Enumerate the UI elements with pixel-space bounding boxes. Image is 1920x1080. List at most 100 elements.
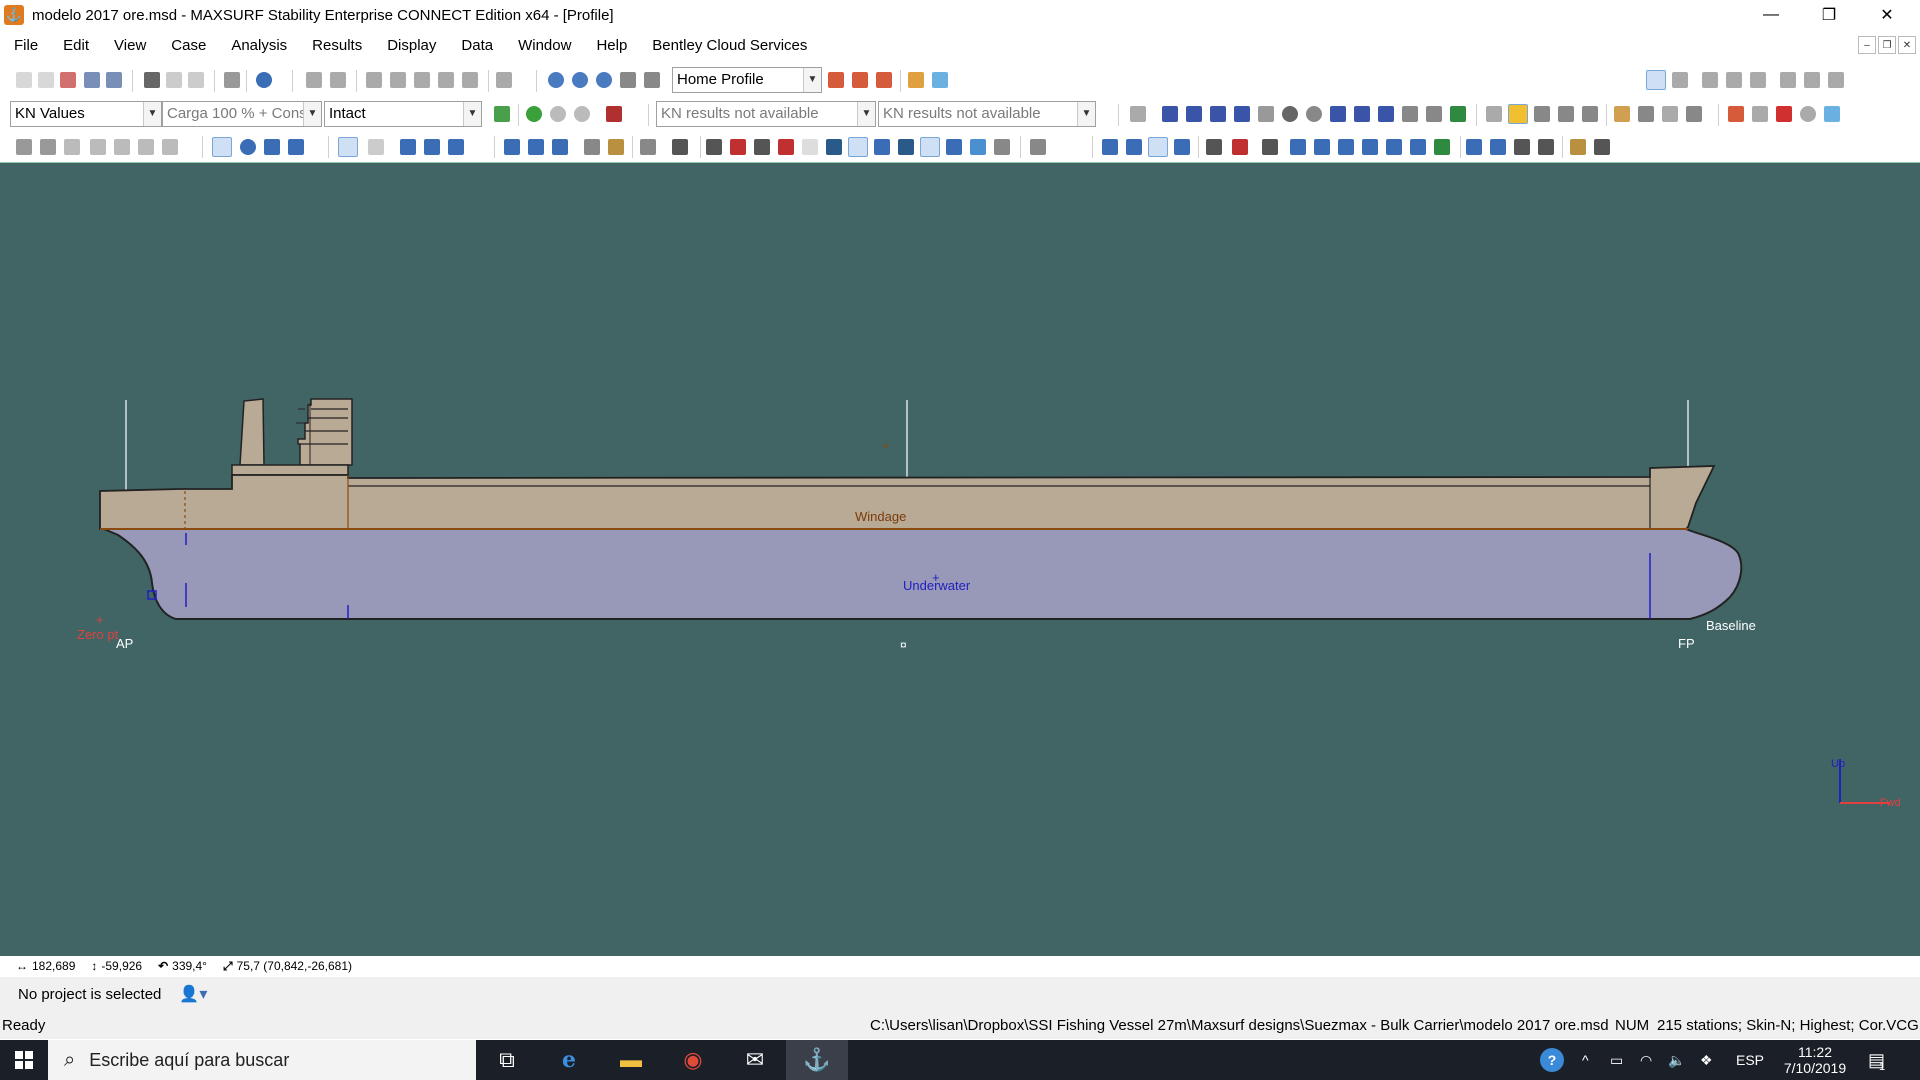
plan-shape-icon[interactable] xyxy=(288,139,304,155)
grid-icon[interactable] xyxy=(1752,106,1768,122)
maxsurf-app-icon[interactable]: ⚓ xyxy=(4,5,24,25)
centroid-icon[interactable] xyxy=(1638,106,1654,122)
chevron-down-icon[interactable]: ▼ xyxy=(143,102,161,126)
flag-icon-5[interactable] xyxy=(1314,139,1330,155)
compartment-view-icon-1[interactable] xyxy=(874,139,890,155)
run-analysis-icon[interactable] xyxy=(526,106,542,122)
results-combo-1[interactable]: KN results not available ▼ xyxy=(656,101,876,127)
menu-display[interactable]: Display xyxy=(373,32,447,60)
report-icon-1[interactable] xyxy=(1702,72,1718,88)
edge-browser-icon[interactable]: e xyxy=(538,1040,600,1080)
select-icon-2[interactable] xyxy=(424,139,440,155)
curve-icon-2[interactable] xyxy=(1354,106,1370,122)
frame-view-icon[interactable] xyxy=(338,137,358,157)
analysis-type-combo[interactable]: KN Values ▼ xyxy=(10,101,162,127)
render-icon[interactable] xyxy=(932,72,948,88)
flag-icon-2[interactable] xyxy=(1232,139,1248,155)
row-icon-2[interactable] xyxy=(462,72,478,88)
box-icon-2[interactable] xyxy=(730,139,746,155)
arrow-left-icon[interactable] xyxy=(64,139,80,155)
user-account-icon[interactable]: 👤▾ xyxy=(175,981,211,1007)
close-button[interactable]: ✕ xyxy=(1864,0,1910,30)
compartment-view-icon-6[interactable] xyxy=(994,139,1010,155)
weight-remove-icon[interactable] xyxy=(40,139,56,155)
window-icon-3[interactable] xyxy=(1828,72,1844,88)
zoom-out-icon[interactable] xyxy=(572,72,588,88)
column-icon-1[interactable] xyxy=(390,72,406,88)
paste-icon[interactable] xyxy=(188,72,204,88)
flag-icon-3[interactable] xyxy=(1262,139,1278,155)
dropbox-icon[interactable]: ❖ xyxy=(1700,1040,1713,1080)
arrows-icon[interactable] xyxy=(138,139,154,155)
hull-icon-2[interactable] xyxy=(528,139,544,155)
trim-icon[interactable] xyxy=(608,139,624,155)
tank-view-icon[interactable] xyxy=(826,139,842,155)
weight-icon[interactable] xyxy=(1282,106,1298,122)
copy-icon[interactable] xyxy=(166,72,182,88)
mdi-restore-icon[interactable]: ❐ xyxy=(1878,36,1896,54)
print-icon[interactable] xyxy=(224,72,240,88)
bulb-icon[interactable] xyxy=(114,139,130,155)
pan-icon[interactable] xyxy=(620,72,636,88)
menu-analysis[interactable]: Analysis xyxy=(217,32,298,60)
hull-icon-1[interactable] xyxy=(504,139,520,155)
chevron-up-icon[interactable]: ^ xyxy=(1582,1040,1589,1080)
tanks-view-icon[interactable] xyxy=(1534,106,1550,122)
compartment-icon[interactable] xyxy=(1306,106,1322,122)
data-table-icon-1[interactable] xyxy=(306,72,322,88)
rotate-icon[interactable] xyxy=(644,72,660,88)
limit-icon-4[interactable] xyxy=(1174,139,1190,155)
marks-icon[interactable] xyxy=(672,139,688,155)
margin-icon[interactable] xyxy=(1582,106,1598,122)
calendar-icon-4[interactable] xyxy=(1538,139,1554,155)
pause-analysis-icon[interactable] xyxy=(550,106,566,122)
menu-bentley-cloud[interactable]: Bentley Cloud Services xyxy=(638,32,818,60)
file-explorer-icon[interactable]: ▬ xyxy=(600,1040,662,1080)
points-icon[interactable] xyxy=(640,139,656,155)
hull-icon-3[interactable] xyxy=(552,139,568,155)
box-icon-5[interactable] xyxy=(802,139,818,155)
compartment-view-icon-4[interactable] xyxy=(946,139,962,155)
curve-icon-6[interactable] xyxy=(1450,106,1466,122)
flag-icon-4[interactable] xyxy=(1290,139,1306,155)
loadcase-combo[interactable]: Carga 100 % + Cons ▼ xyxy=(162,101,322,127)
calendar-icon-2[interactable] xyxy=(1490,139,1506,155)
open-icon[interactable] xyxy=(38,72,54,88)
format-icon[interactable] xyxy=(496,72,512,88)
curve-icon-4[interactable] xyxy=(1402,106,1418,122)
abc-labels-icon[interactable] xyxy=(848,137,868,157)
damage-case-combo[interactable]: Intact ▼ xyxy=(324,101,482,127)
compartment-view-icon-5[interactable] xyxy=(970,139,986,155)
box-icon-4[interactable] xyxy=(778,139,794,155)
close-file-icon[interactable] xyxy=(60,72,76,88)
flag-icon-8[interactable] xyxy=(1386,139,1402,155)
wifi-icon[interactable]: ◠ xyxy=(1640,1040,1652,1080)
curve-icon-5[interactable] xyxy=(1426,106,1442,122)
report-icon-2[interactable] xyxy=(1726,72,1742,88)
battery-icon[interactable]: ▭ xyxy=(1610,1040,1623,1080)
save-all-icon[interactable] xyxy=(106,72,122,88)
graph-window-icon[interactable] xyxy=(1646,70,1666,90)
anchor-icon[interactable] xyxy=(90,139,106,155)
window-icon-2[interactable] xyxy=(1804,72,1820,88)
display-results-icon[interactable] xyxy=(606,106,622,122)
tank-icon[interactable] xyxy=(1258,106,1274,122)
limit-icon-2[interactable] xyxy=(1126,139,1142,155)
weight-add-icon[interactable] xyxy=(16,139,32,155)
menu-case[interactable]: Case xyxy=(157,32,217,60)
new-icon[interactable] xyxy=(16,72,32,88)
hydrostatics-icon-2[interactable] xyxy=(1186,106,1202,122)
sort-icon[interactable] xyxy=(366,72,382,88)
menu-data[interactable]: Data xyxy=(447,32,504,60)
home-view-icon-2[interactable] xyxy=(852,72,868,88)
windows-start-icon[interactable] xyxy=(0,1040,48,1080)
hydrostatics-icon-4[interactable] xyxy=(1234,106,1250,122)
results-combo-2[interactable]: KN results not available ▼ xyxy=(878,101,1096,127)
mdi-close-icon[interactable]: ✕ xyxy=(1898,36,1916,54)
mail-icon[interactable]: ✉ xyxy=(724,1040,786,1080)
stop-analysis-icon[interactable] xyxy=(574,106,590,122)
render-options-icon[interactable] xyxy=(1824,106,1840,122)
menu-help[interactable]: Help xyxy=(582,32,638,60)
menu-file[interactable]: File xyxy=(0,32,49,60)
mdi-minimize-icon[interactable]: – xyxy=(1858,36,1876,54)
